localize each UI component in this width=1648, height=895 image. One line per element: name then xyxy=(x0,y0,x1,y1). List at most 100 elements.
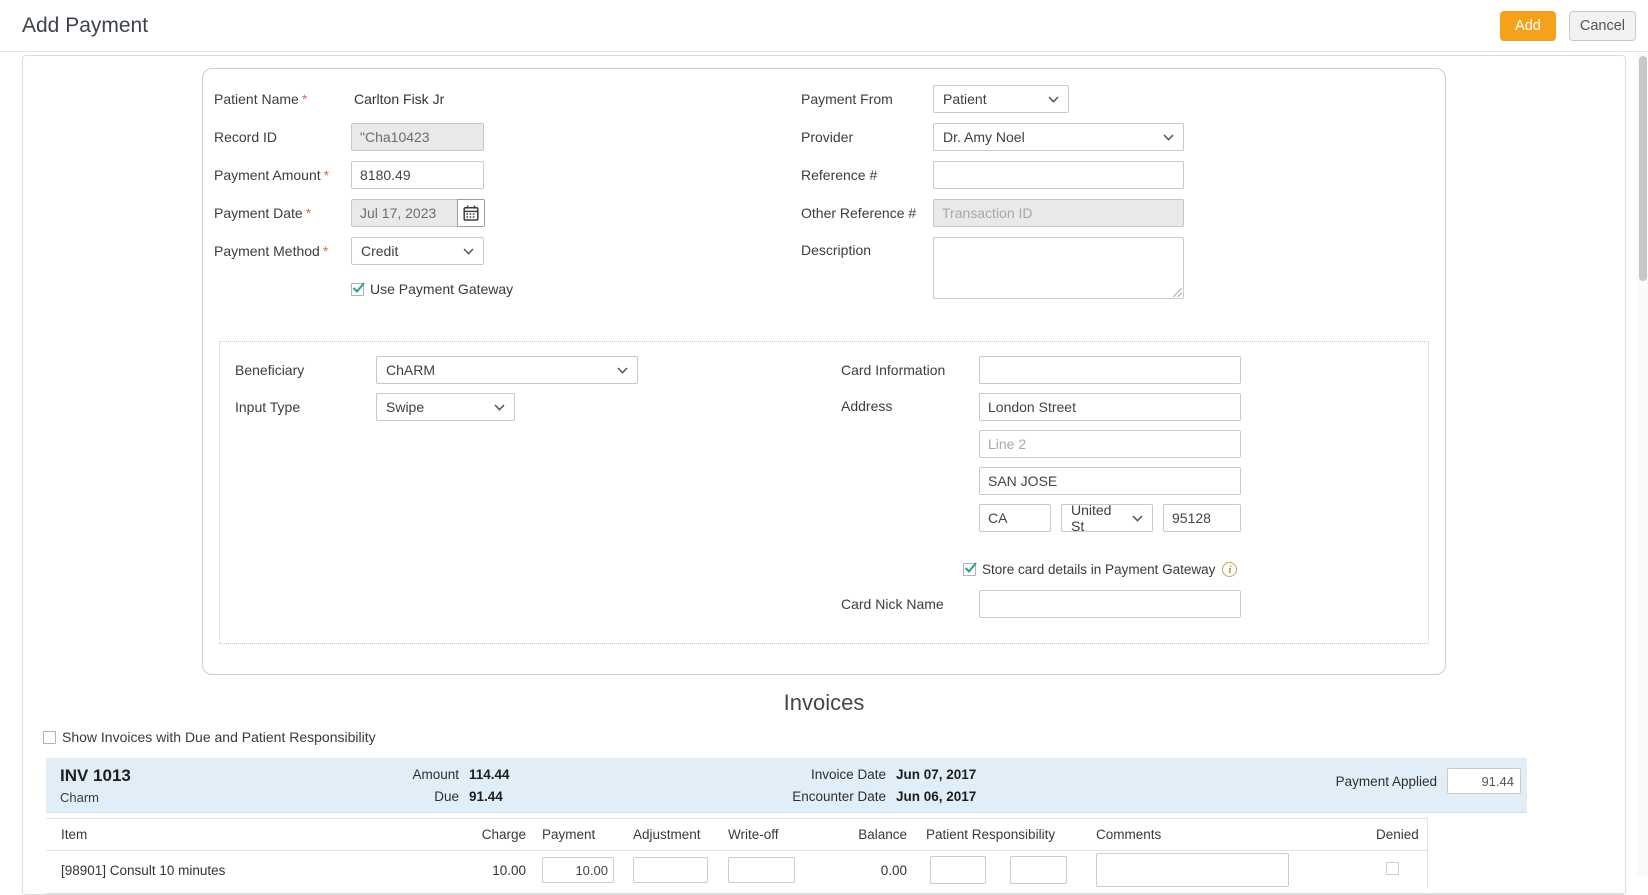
amount-value: 114.44 xyxy=(469,767,510,782)
card-section-right: Card Information Address United St xyxy=(841,356,1428,627)
use-payment-gateway-checkbox[interactable] xyxy=(351,283,364,296)
item-writeoff-input[interactable] xyxy=(728,857,795,883)
payment-form-card: Patient Name* Carlton Fisk Jr Record ID … xyxy=(202,68,1446,675)
store-card-checkbox[interactable] xyxy=(963,563,976,576)
chevron-down-icon xyxy=(494,404,505,411)
due-label: Due xyxy=(391,789,459,804)
page-title: Add Payment xyxy=(22,14,148,38)
col-charge: Charge xyxy=(466,827,526,842)
patient-name-label: Patient Name* xyxy=(214,91,351,107)
payment-panel: Patient Name* Carlton Fisk Jr Record ID … xyxy=(22,55,1626,895)
card-information-label: Card Information xyxy=(841,362,979,378)
reference-label: Reference # xyxy=(801,167,933,183)
record-id-row: Record ID xyxy=(214,123,801,151)
check-icon xyxy=(352,282,365,294)
beneficiary-row: Beneficiary ChARM xyxy=(235,356,841,384)
payment-from-select[interactable]: Patient xyxy=(933,85,1069,113)
form-right-column: Payment From Patient Provider Dr. Amy No… xyxy=(801,85,1445,313)
provider-label: Provider xyxy=(801,129,933,145)
card-nick-name-input[interactable] xyxy=(979,590,1241,618)
payment-date-row: Payment Date* xyxy=(214,199,801,227)
address-state-input[interactable] xyxy=(979,504,1051,532)
payment-applied-input[interactable] xyxy=(1447,768,1521,794)
use-payment-gateway-label: Use Payment Gateway xyxy=(370,281,513,297)
reference-input[interactable] xyxy=(933,161,1184,189)
payment-method-label: Payment Method* xyxy=(214,243,351,259)
calendar-button[interactable] xyxy=(457,199,485,227)
topbar-actions: Add Cancel xyxy=(1500,11,1636,41)
payment-method-select[interactable]: Credit xyxy=(351,237,484,265)
invoice-filter-row: Show Invoices with Due and Patient Respo… xyxy=(43,729,1625,745)
payment-from-row: Payment From Patient xyxy=(801,85,1445,113)
chevron-down-icon xyxy=(1048,96,1059,103)
show-invoices-filter-checkbox[interactable] xyxy=(43,731,56,744)
item-denied-checkbox[interactable] xyxy=(1386,862,1399,875)
input-type-select[interactable]: Swipe xyxy=(376,393,515,421)
item-adjustment-input[interactable] xyxy=(633,857,708,883)
item-balance: 0.00 xyxy=(795,863,907,878)
use-gateway-row: Use Payment Gateway xyxy=(214,275,801,303)
cancel-button[interactable]: Cancel xyxy=(1569,11,1636,41)
invoice-item-row: [98901] Consult 10 minutes 10.00 0.00 xyxy=(46,851,1428,889)
encounter-date-value: Jun 06, 2017 xyxy=(896,789,976,804)
payment-from-label: Payment From xyxy=(801,91,933,107)
address-line1-input[interactable] xyxy=(979,393,1241,421)
address-zip-input[interactable] xyxy=(1163,504,1241,532)
card-details-section: Beneficiary ChARM Input Type Swipe C xyxy=(219,341,1429,644)
col-patient-responsibility: Patient Responsibility xyxy=(907,827,1067,842)
description-textarea[interactable] xyxy=(933,237,1184,299)
payment-amount-label: Payment Amount* xyxy=(214,167,351,183)
col-adjustment: Adjustment xyxy=(633,827,728,842)
due-value: 91.44 xyxy=(469,789,503,804)
card-nick-name-label: Card Nick Name xyxy=(841,596,979,612)
item-patient-responsibility-input-2[interactable] xyxy=(1010,856,1067,884)
chevron-down-icon xyxy=(1163,134,1174,141)
required-asterisk: * xyxy=(306,205,311,221)
required-asterisk: * xyxy=(302,91,307,107)
payment-date-label: Payment Date* xyxy=(214,205,351,221)
col-comments: Comments xyxy=(1067,827,1289,842)
card-information-row: Card Information xyxy=(841,356,1428,384)
invoice-facility: Charm xyxy=(60,790,131,805)
col-writeoff: Write-off xyxy=(728,827,795,842)
payment-date-input[interactable] xyxy=(351,199,457,227)
patient-name-row: Patient Name* Carlton Fisk Jr xyxy=(214,85,801,113)
check-icon xyxy=(964,562,977,574)
payment-amount-input[interactable] xyxy=(351,161,484,189)
provider-select[interactable]: Dr. Amy Noel xyxy=(933,123,1184,151)
item-charge: 10.00 xyxy=(466,863,526,878)
address-line2-input[interactable] xyxy=(979,430,1241,458)
add-button[interactable]: Add xyxy=(1500,11,1556,41)
address-city-input[interactable] xyxy=(979,467,1241,495)
required-asterisk: * xyxy=(323,243,328,259)
store-card-row: Store card details in Payment Gateway i xyxy=(963,562,1428,577)
show-invoices-filter-label: Show Invoices with Due and Patient Respo… xyxy=(62,729,376,745)
address-country-select[interactable]: United St xyxy=(1061,504,1153,532)
info-icon[interactable]: i xyxy=(1222,562,1237,577)
item-payment-input[interactable] xyxy=(542,857,614,883)
input-type-row: Input Type Swipe xyxy=(235,393,841,421)
scrollbar-thumb[interactable] xyxy=(1639,56,1647,281)
card-information-input[interactable] xyxy=(979,356,1241,384)
item-name: [98901] Consult 10 minutes xyxy=(61,863,466,878)
reference-row: Reference # xyxy=(801,161,1445,189)
store-card-label: Store card details in Payment Gateway xyxy=(982,562,1215,577)
col-balance: Balance xyxy=(795,827,907,842)
form-left-column: Patient Name* Carlton Fisk Jr Record ID … xyxy=(214,85,801,313)
top-bar: Add Payment Add Cancel xyxy=(0,0,1648,52)
item-comments-input[interactable] xyxy=(1096,853,1289,887)
invoice-date-label: Invoice Date xyxy=(786,767,886,782)
address-label: Address xyxy=(841,393,979,414)
beneficiary-select[interactable]: ChARM xyxy=(376,356,638,384)
input-type-label: Input Type xyxy=(235,399,376,415)
card-section-left: Beneficiary ChARM Input Type Swipe xyxy=(235,356,841,627)
chevron-down-icon xyxy=(617,367,628,374)
col-denied: Denied xyxy=(1289,827,1428,842)
payment-amount-row: Payment Amount* xyxy=(214,161,801,189)
col-item: Item xyxy=(61,827,466,842)
address-row: Address United St xyxy=(841,393,1428,553)
description-row: Description xyxy=(801,237,1445,302)
item-patient-responsibility-input-1[interactable] xyxy=(930,856,986,884)
other-reference-input xyxy=(933,199,1184,227)
description-label: Description xyxy=(801,237,933,258)
